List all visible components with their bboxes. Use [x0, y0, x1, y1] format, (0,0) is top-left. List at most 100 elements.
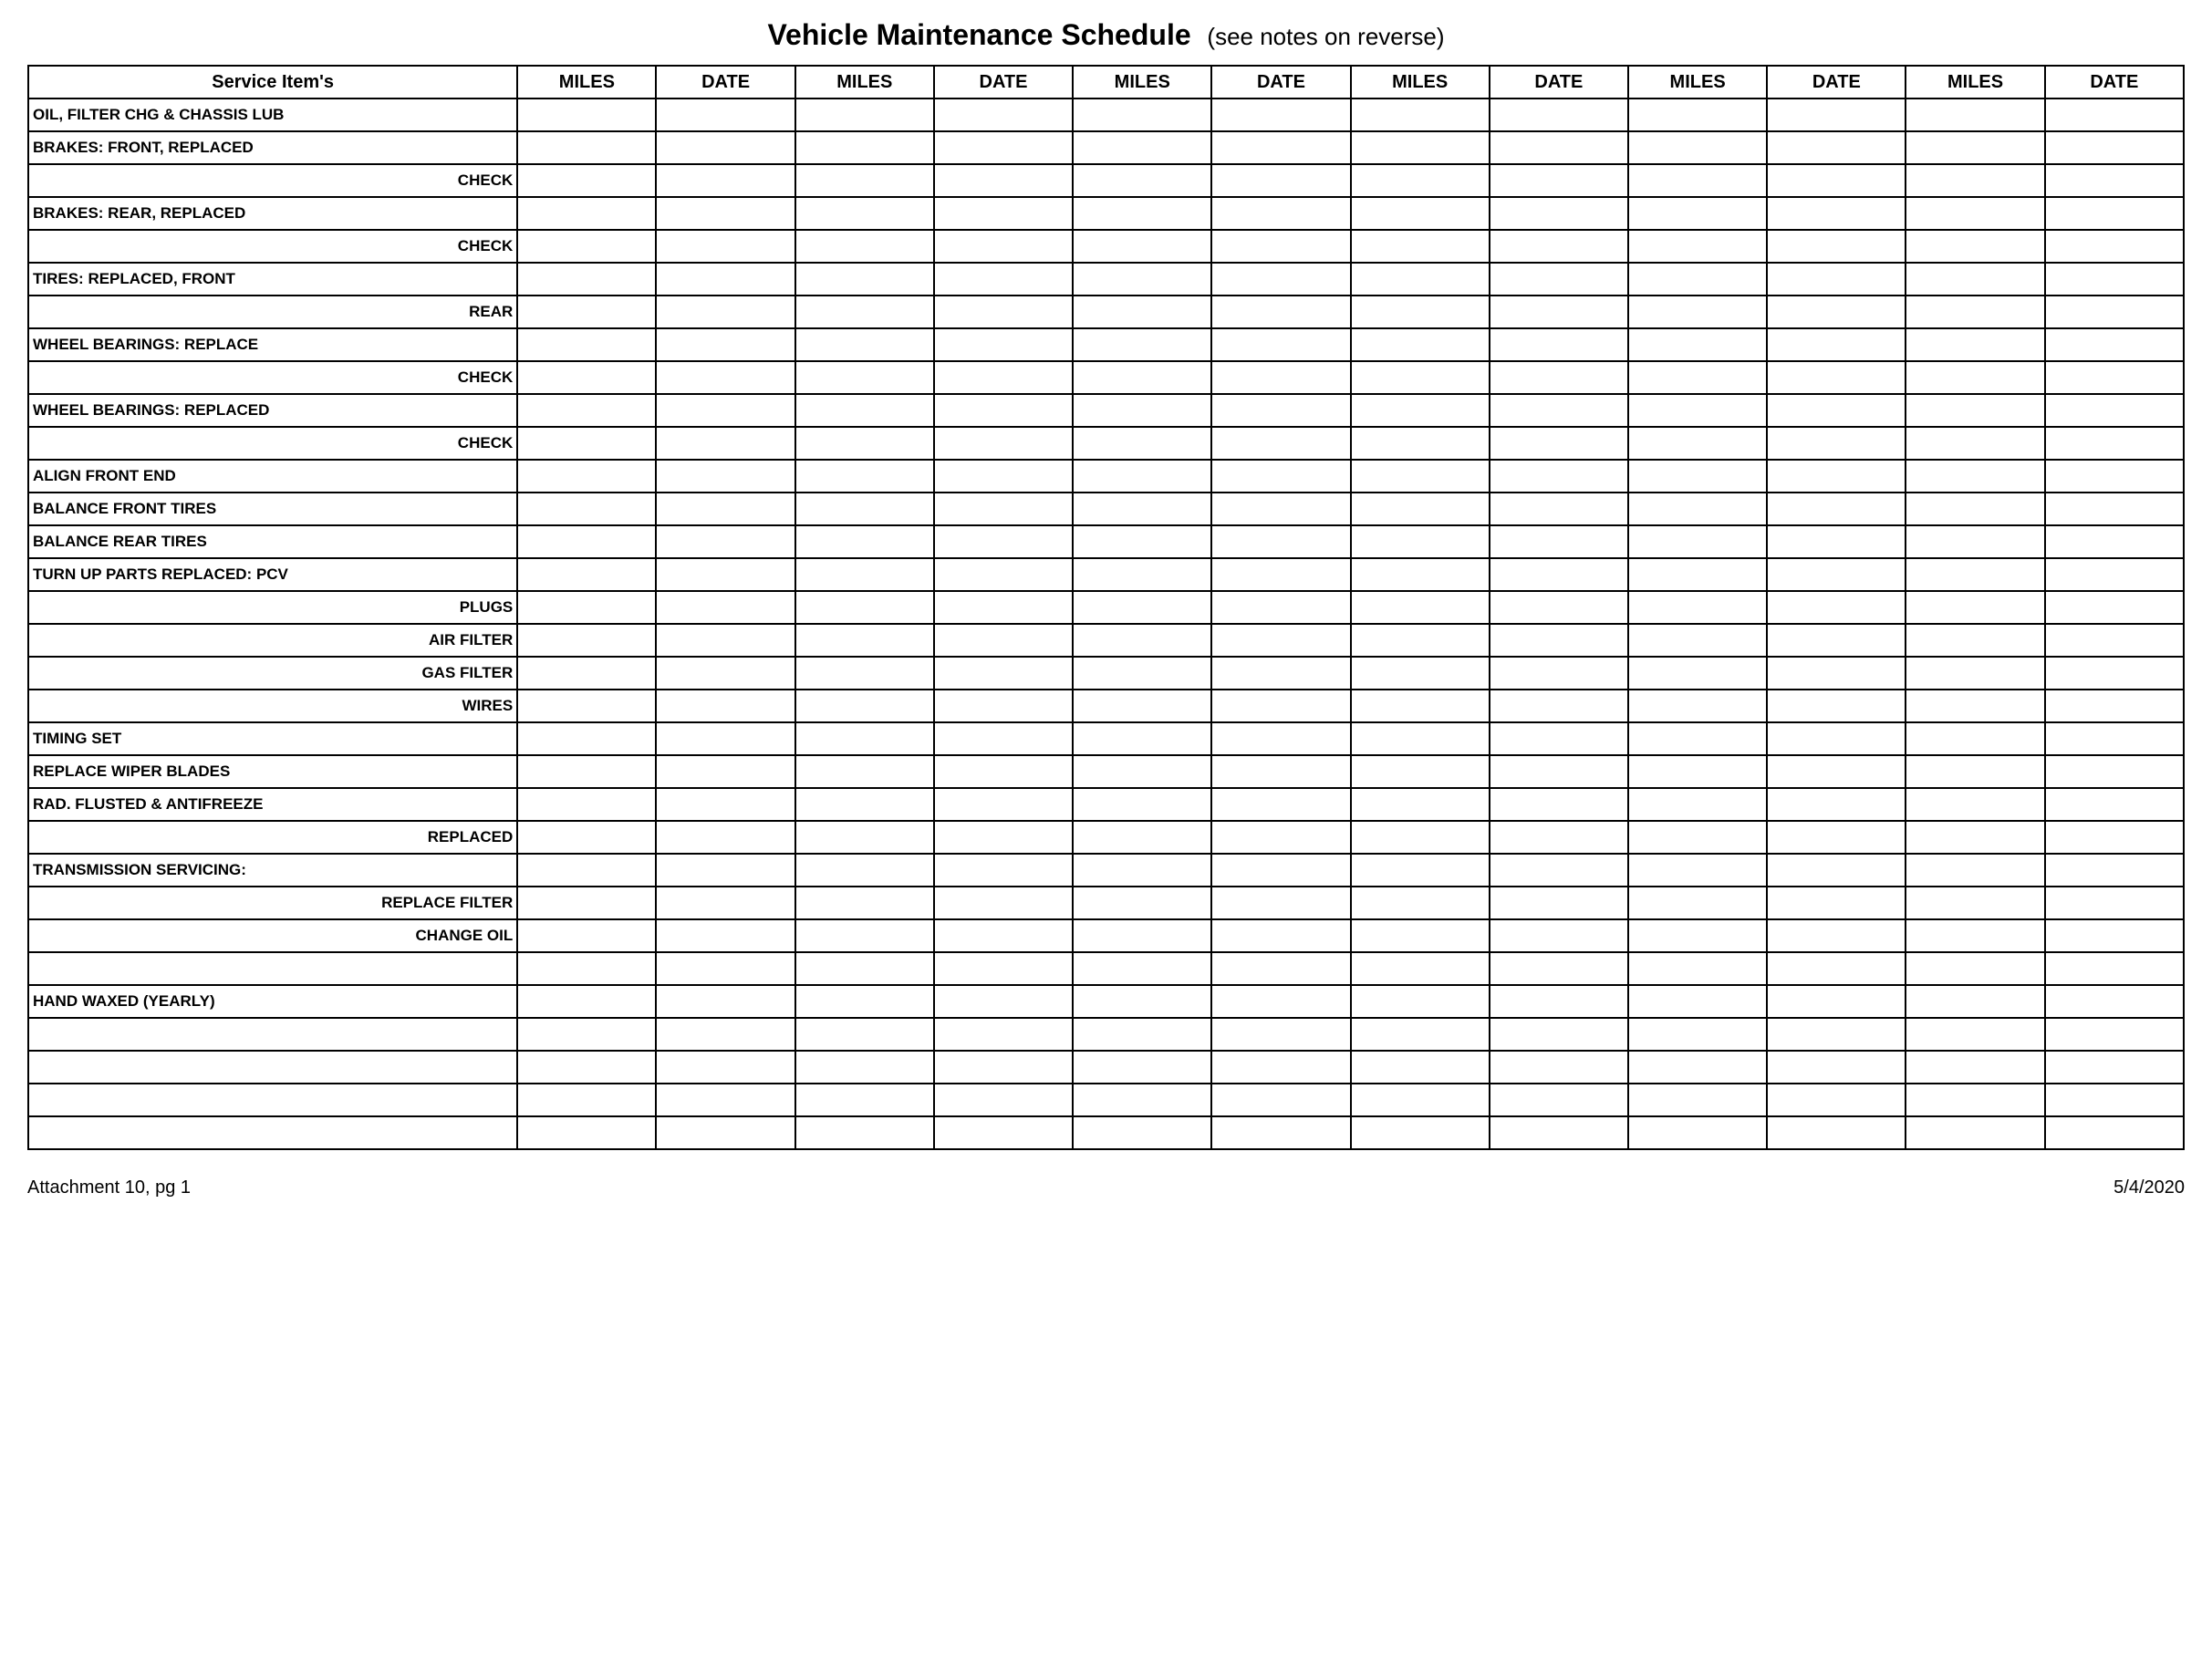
data-cell[interactable]	[1906, 493, 2044, 525]
data-cell[interactable]	[1490, 263, 1628, 296]
data-cell[interactable]	[1211, 788, 1350, 821]
data-cell[interactable]	[934, 558, 1073, 591]
data-cell[interactable]	[1351, 328, 1490, 361]
data-cell[interactable]	[934, 99, 1073, 131]
data-cell[interactable]	[1767, 427, 1906, 460]
data-cell[interactable]	[2045, 263, 2184, 296]
data-cell[interactable]	[1767, 460, 1906, 493]
data-cell[interactable]	[1211, 361, 1350, 394]
data-cell[interactable]	[1073, 624, 1211, 657]
data-cell[interactable]	[1351, 1018, 1490, 1051]
data-cell[interactable]	[1490, 361, 1628, 394]
data-cell[interactable]	[656, 99, 794, 131]
data-cell[interactable]	[934, 1084, 1073, 1116]
data-cell[interactable]	[1767, 821, 1906, 854]
data-cell[interactable]	[2045, 460, 2184, 493]
data-cell[interactable]	[656, 657, 794, 690]
data-cell[interactable]	[1628, 131, 1767, 164]
data-cell[interactable]	[1490, 821, 1628, 854]
data-cell[interactable]	[1906, 230, 2044, 263]
data-cell[interactable]	[1073, 1018, 1211, 1051]
data-cell[interactable]	[656, 197, 794, 230]
data-cell[interactable]	[656, 1018, 794, 1051]
data-cell[interactable]	[2045, 230, 2184, 263]
data-cell[interactable]	[795, 690, 934, 722]
data-cell[interactable]	[656, 164, 794, 197]
data-cell[interactable]	[1767, 394, 1906, 427]
data-cell[interactable]	[795, 1051, 934, 1084]
data-cell[interactable]	[1628, 854, 1767, 887]
data-cell[interactable]	[1073, 952, 1211, 985]
data-cell[interactable]	[1906, 722, 2044, 755]
data-cell[interactable]	[1211, 493, 1350, 525]
data-cell[interactable]	[656, 755, 794, 788]
data-cell[interactable]	[1211, 821, 1350, 854]
data-cell[interactable]	[1351, 361, 1490, 394]
data-cell[interactable]	[1351, 952, 1490, 985]
data-cell[interactable]	[2045, 591, 2184, 624]
data-cell[interactable]	[1073, 263, 1211, 296]
data-cell[interactable]	[1906, 164, 2044, 197]
data-cell[interactable]	[1628, 788, 1767, 821]
data-cell[interactable]	[1211, 460, 1350, 493]
data-cell[interactable]	[1906, 1018, 2044, 1051]
data-cell[interactable]	[1211, 657, 1350, 690]
data-cell[interactable]	[1490, 1116, 1628, 1149]
data-cell[interactable]	[1211, 919, 1350, 952]
data-cell[interactable]	[795, 164, 934, 197]
data-cell[interactable]	[1906, 558, 2044, 591]
data-cell[interactable]	[795, 99, 934, 131]
data-cell[interactable]	[517, 624, 656, 657]
data-cell[interactable]	[1906, 821, 2044, 854]
data-cell[interactable]	[1906, 296, 2044, 328]
data-cell[interactable]	[1767, 1084, 1906, 1116]
data-cell[interactable]	[1073, 558, 1211, 591]
data-cell[interactable]	[1073, 296, 1211, 328]
data-cell[interactable]	[1073, 722, 1211, 755]
data-cell[interactable]	[1767, 197, 1906, 230]
data-cell[interactable]	[1073, 854, 1211, 887]
data-cell[interactable]	[1767, 887, 1906, 919]
data-cell[interactable]	[517, 230, 656, 263]
data-cell[interactable]	[2045, 854, 2184, 887]
data-cell[interactable]	[1767, 657, 1906, 690]
data-cell[interactable]	[1628, 361, 1767, 394]
data-cell[interactable]	[1628, 919, 1767, 952]
data-cell[interactable]	[517, 361, 656, 394]
data-cell[interactable]	[1211, 99, 1350, 131]
data-cell[interactable]	[656, 493, 794, 525]
data-cell[interactable]	[517, 1051, 656, 1084]
data-cell[interactable]	[1073, 460, 1211, 493]
data-cell[interactable]	[1628, 164, 1767, 197]
data-cell[interactable]	[1906, 985, 2044, 1018]
data-cell[interactable]	[517, 197, 656, 230]
data-cell[interactable]	[1628, 197, 1767, 230]
data-cell[interactable]	[2045, 427, 2184, 460]
data-cell[interactable]	[1490, 197, 1628, 230]
data-cell[interactable]	[1490, 952, 1628, 985]
data-cell[interactable]	[795, 394, 934, 427]
data-cell[interactable]	[1906, 361, 2044, 394]
data-cell[interactable]	[656, 887, 794, 919]
data-cell[interactable]	[934, 197, 1073, 230]
data-cell[interactable]	[1351, 624, 1490, 657]
data-cell[interactable]	[1073, 788, 1211, 821]
data-cell[interactable]	[1351, 131, 1490, 164]
data-cell[interactable]	[1628, 394, 1767, 427]
data-cell[interactable]	[2045, 361, 2184, 394]
data-cell[interactable]	[795, 919, 934, 952]
data-cell[interactable]	[1490, 525, 1628, 558]
data-cell[interactable]	[934, 164, 1073, 197]
data-cell[interactable]	[795, 1084, 934, 1116]
data-cell[interactable]	[1906, 952, 2044, 985]
data-cell[interactable]	[517, 591, 656, 624]
data-cell[interactable]	[1767, 919, 1906, 952]
data-cell[interactable]	[1351, 427, 1490, 460]
data-cell[interactable]	[1211, 296, 1350, 328]
data-cell[interactable]	[1767, 591, 1906, 624]
data-cell[interactable]	[1351, 263, 1490, 296]
data-cell[interactable]	[1628, 99, 1767, 131]
data-cell[interactable]	[517, 164, 656, 197]
data-cell[interactable]	[656, 394, 794, 427]
data-cell[interactable]	[1211, 197, 1350, 230]
